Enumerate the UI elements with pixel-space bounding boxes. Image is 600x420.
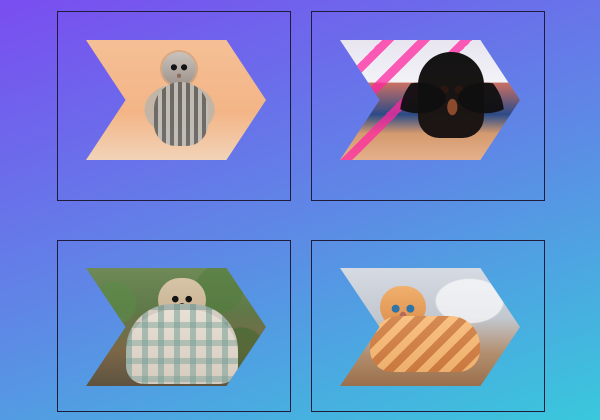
gallery-card-pug xyxy=(57,240,291,412)
dog-photo xyxy=(340,40,520,160)
image-gallery xyxy=(0,0,600,420)
cat-photo xyxy=(86,40,266,160)
kitten-photo xyxy=(340,268,520,386)
gallery-card-dog xyxy=(311,11,545,201)
gallery-card-cat xyxy=(57,11,291,201)
pug-photo xyxy=(86,268,266,386)
gallery-card-kitten xyxy=(311,240,545,412)
